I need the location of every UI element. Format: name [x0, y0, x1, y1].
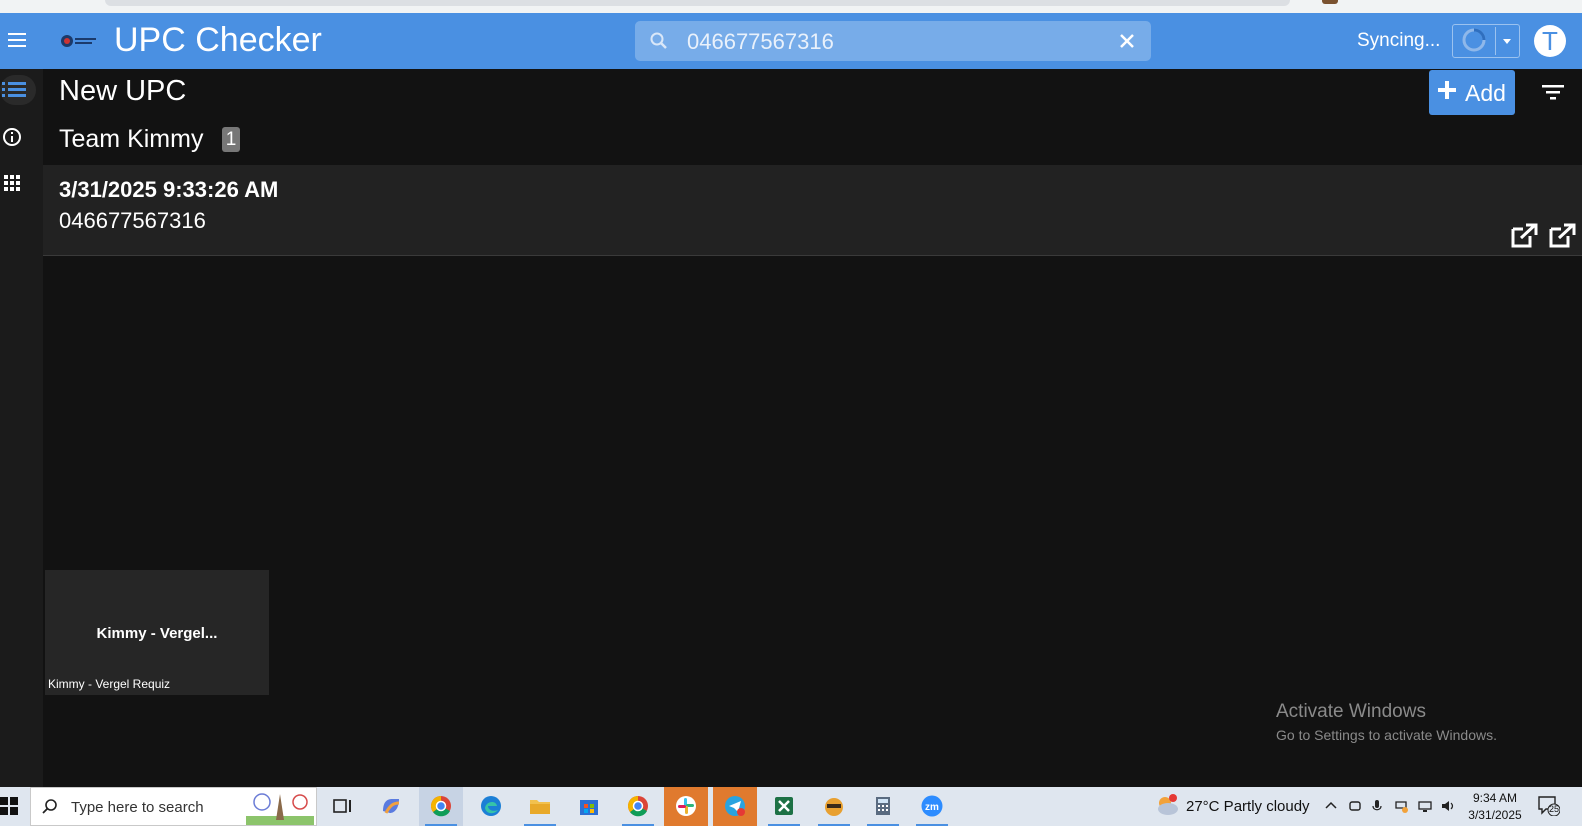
record-upc: 046677567316: [59, 208, 206, 233]
participant-name: Kimmy - Vergel...: [96, 625, 218, 642]
task-view-button[interactable]: [320, 787, 364, 826]
external-link-icon[interactable]: [1548, 222, 1577, 249]
chrome-profile-button[interactable]: [616, 787, 660, 826]
app-title: UPC Checker: [114, 21, 322, 59]
telegram-button[interactable]: [713, 787, 757, 826]
excel-icon: [775, 797, 793, 815]
app-bar: UPC Checker Syncing... T: [0, 13, 1582, 69]
activation-watermark: Activate Windows Go to Settings to activ…: [1276, 701, 1497, 743]
taskbar: Type here to search zm 27°C Partly cloud…: [0, 787, 1582, 826]
file-explorer-button[interactable]: [518, 787, 562, 826]
calculator-button[interactable]: [861, 787, 905, 826]
store-button[interactable]: [567, 787, 611, 826]
group-header[interactable]: Team Kimmy 1: [43, 117, 1582, 166]
user-avatar[interactable]: T: [1534, 25, 1566, 57]
info-icon[interactable]: [0, 122, 36, 152]
taskbar-search[interactable]: Type here to search: [30, 787, 317, 826]
zoom-button[interactable]: zm: [910, 787, 954, 826]
defender-icon[interactable]: [1394, 799, 1408, 813]
watermark-title: Activate Windows: [1276, 701, 1426, 722]
windows-start-icon[interactable]: [0, 797, 18, 815]
sync-dropdown[interactable]: [1452, 24, 1520, 58]
chrome-icon: [431, 796, 451, 817]
add-button[interactable]: Add: [1429, 70, 1515, 115]
telegram-icon: [725, 796, 745, 816]
svg-text:zm: zm: [925, 802, 939, 813]
taskbar-search-placeholder: Type here to search: [71, 799, 204, 816]
search-highlight-icon: [246, 793, 314, 825]
game-button[interactable]: [812, 787, 856, 826]
list-view-icon[interactable]: [0, 75, 36, 105]
external-link-icon[interactable]: [1510, 222, 1539, 249]
zoom-icon: zm: [921, 795, 943, 817]
edge-icon: [481, 796, 501, 816]
meet-now-icon[interactable]: [1348, 799, 1362, 813]
participant-caption: Kimmy - Vergel Requiz: [48, 677, 171, 691]
add-button-label: Add: [1465, 80, 1506, 106]
browser-extension-icon[interactable]: [1322, 0, 1338, 4]
clock-time: 9:34 AM: [1472, 791, 1518, 805]
chevron-down-icon[interactable]: [1495, 27, 1518, 55]
notification-count: 25: [1549, 804, 1560, 814]
chrome-icon: [628, 796, 648, 817]
count-badge: 1: [222, 127, 240, 152]
menu-icon[interactable]: [8, 33, 26, 47]
slack-icon: [676, 796, 696, 816]
video-call-tile[interactable]: Kimmy - Vergel... Kimmy - Vergel Requiz: [45, 570, 269, 695]
search-input[interactable]: [685, 27, 1109, 57]
page-title: New UPC: [59, 75, 187, 107]
copilot-button[interactable]: [369, 787, 413, 826]
record-timestamp: 3/31/2025 9:33:26 AM: [59, 177, 279, 202]
microphone-icon[interactable]: [1370, 799, 1384, 813]
group-title: Team Kimmy: [59, 125, 204, 153]
network-icon[interactable]: [1418, 799, 1432, 813]
game-icon: [825, 798, 843, 816]
side-rail: [0, 69, 43, 787]
browser-tab-strip: [0, 0, 1582, 13]
chevron-up-icon[interactable]: [1324, 799, 1338, 813]
excel-button[interactable]: [762, 787, 806, 826]
browser-address-bar[interactable]: [105, 0, 1290, 6]
folder-icon: [530, 800, 550, 814]
sync-status: Syncing...: [1357, 30, 1441, 51]
weather-icon: [1158, 794, 1178, 815]
search-bar[interactable]: [635, 21, 1151, 61]
volume-icon[interactable]: [1441, 799, 1455, 813]
search-icon: [42, 799, 57, 814]
apps-grid-icon[interactable]: [0, 167, 36, 197]
slack-button[interactable]: [664, 787, 708, 826]
weather-text[interactable]: 27°C Partly cloudy: [1186, 798, 1310, 815]
edge-button[interactable]: [469, 787, 513, 826]
clock-date: 3/31/2025: [1468, 808, 1522, 822]
copilot-icon: [383, 799, 400, 814]
task-view-icon: [333, 799, 351, 813]
brand-logo: [61, 35, 96, 47]
filter-icon[interactable]: [1541, 83, 1565, 101]
watermark-subtitle: Go to Settings to activate Windows.: [1276, 727, 1497, 743]
sync-spinner-icon: [1462, 28, 1486, 52]
list-item[interactable]: 3/31/2025 9:33:26 AM 046677567316: [43, 165, 1582, 256]
notification-center-button[interactable]: 25: [1538, 796, 1561, 817]
calculator-icon: [876, 797, 890, 815]
chrome-button[interactable]: [419, 787, 463, 826]
store-icon: [580, 800, 598, 815]
search-icon: [650, 32, 667, 49]
taskbar-clock[interactable]: 9:34 AM 3/31/2025: [1464, 790, 1526, 824]
clear-search-icon[interactable]: [1117, 31, 1137, 51]
plus-icon: [1438, 81, 1456, 99]
page-toolbar: New UPC Add: [43, 69, 1582, 118]
